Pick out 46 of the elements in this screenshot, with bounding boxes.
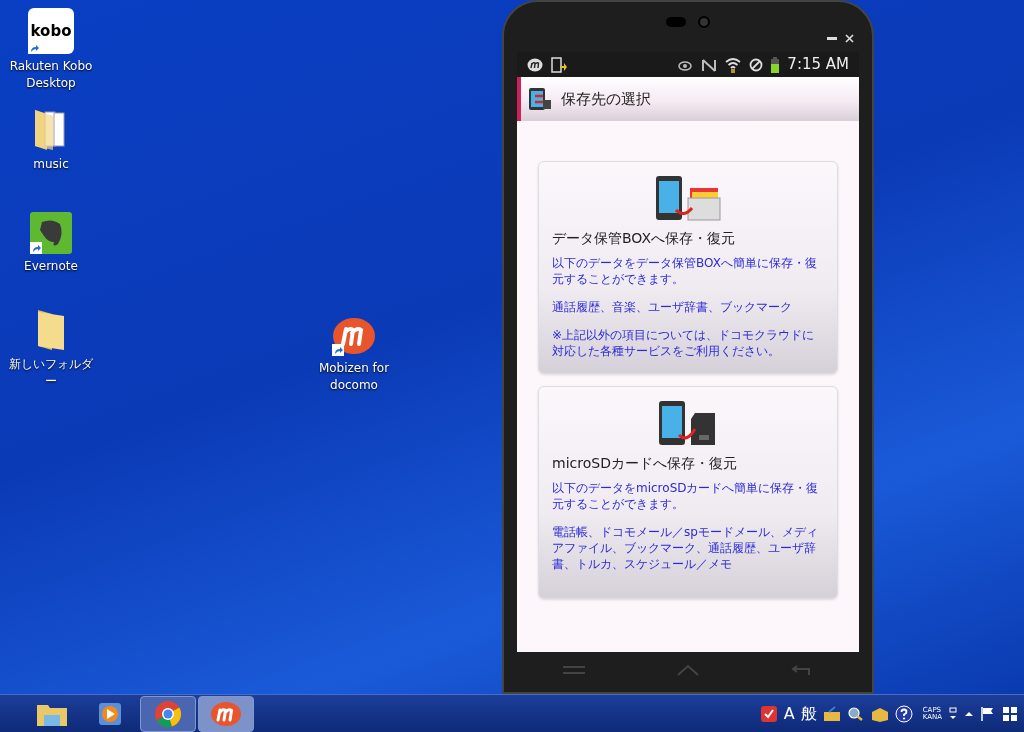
screen-title: 保存先の選択 xyxy=(561,88,651,110)
option-title: microSDカードへ保存・復元 xyxy=(552,454,738,473)
phone-and-folder-icon xyxy=(654,174,722,222)
desktop-icon-label[interactable]: Rakuten Kobo Desktop xyxy=(5,58,97,92)
chrome-browser-icon xyxy=(154,699,182,728)
options-icon[interactable] xyxy=(948,706,958,721)
eye-icon xyxy=(677,58,694,71)
play-icon xyxy=(97,700,123,727)
close-icon[interactable] xyxy=(845,34,854,43)
flag-icon[interactable] xyxy=(980,705,996,722)
help-icon[interactable] xyxy=(894,704,913,723)
ime-mode-indicator[interactable]: A xyxy=(783,701,795,726)
ime-dictionary-indicator[interactable]: 般 xyxy=(800,701,817,726)
mobizen-app-icon xyxy=(210,700,242,727)
kobo-app-icon: kobo xyxy=(28,8,74,54)
blocked-icon xyxy=(749,57,764,72)
clock-time: 7:15 AM xyxy=(787,54,849,76)
option-description: 通話履歴、音楽、ユーザ辞書、ブックマーク xyxy=(552,299,793,315)
option-description: ※上記以外の項目については、ドコモクラウドに対応した各種サービスをご利用ください。 xyxy=(552,327,816,359)
camera-icon xyxy=(698,16,710,28)
box-icon[interactable] xyxy=(870,705,889,722)
battery-icon xyxy=(771,56,780,73)
option-description: 電話帳、ドコモメール／spモードメール、メディアファイル、ブックマーク、通話履歴、ユーザ辞書、トルカ、スケジュール／メモ xyxy=(552,524,819,572)
option-title: データ保管BOXへ保存・復元 xyxy=(552,229,737,248)
checkmark-app-icon[interactable] xyxy=(759,704,778,723)
mobizen-status-icon xyxy=(527,57,543,72)
desktop-icon-label[interactable]: 新しいフォルダー xyxy=(5,356,97,390)
phone-sync-icon xyxy=(527,86,553,112)
search-icon[interactable] xyxy=(846,705,865,722)
backup-option-card[interactable]: microSDカードへ保存・復元 以下のデータをmicroSDカードへ簡単に保存・復元することができます。 電話帳、ドコモメール／spモードメール、メディアファイル、ブックマーク、通話履歴、ユーザ辞書、トルカ、スケジュール／メモ xyxy=(538,386,838,599)
phone-transfer-icon xyxy=(551,56,567,73)
desktop-icon-label[interactable]: Evernote xyxy=(24,258,78,275)
minimize-icon[interactable] xyxy=(827,36,837,41)
taskbar-button[interactable] xyxy=(198,695,254,732)
taskbar-button[interactable] xyxy=(140,695,196,732)
no-signal-icon xyxy=(701,57,718,72)
option-description: 以下のデータをデータ保管BOXへ簡単に保存・復元することができます。 xyxy=(552,255,818,287)
desktop-icon-label[interactable]: music xyxy=(33,156,69,173)
windows-logo-icon[interactable] xyxy=(1002,705,1018,722)
wifi-icon xyxy=(725,56,742,73)
option-description: 以下のデータをmicroSDカードへ簡単に保存・復元することができます。 xyxy=(552,480,820,512)
earpiece-icon xyxy=(666,17,686,27)
desktop-icon-label[interactable]: Mobizen for docomo xyxy=(308,360,400,394)
mobizen-app-icon xyxy=(332,316,376,356)
backup-option-card[interactable]: データ保管BOXへ保存・復元 以下のデータをデータ保管BOXへ簡単に保存・復元することができます。 通話履歴、音楽、ユーザ辞書、ブックマーク ※上記以外の項目については、ドコモクラウドに対応した各種サービスをご利用ください。 xyxy=(538,161,838,374)
show-hidden-icons-icon[interactable] xyxy=(964,709,974,718)
